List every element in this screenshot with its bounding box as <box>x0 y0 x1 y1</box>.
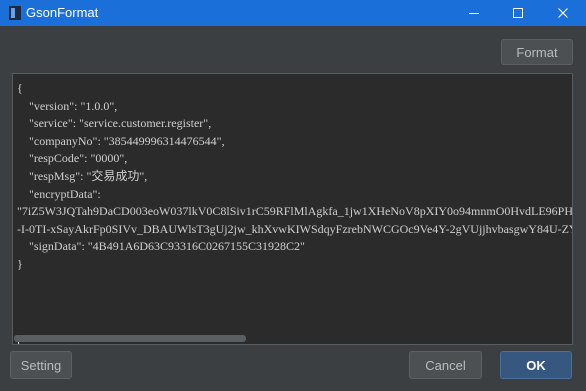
json-editor[interactable]: { "version": "1.0.0", "service": "servic… <box>12 73 573 345</box>
code-line: "respCode": "0000", <box>17 151 128 166</box>
json-text: { "version": "1.0.0", "service": "servic… <box>17 80 573 274</box>
code-line: "respMsg": "交易成功", <box>17 168 148 183</box>
horizontal-scrollbar-thumb[interactable] <box>14 335 246 342</box>
minimize-icon <box>469 13 479 14</box>
ok-button[interactable]: OK <box>500 351 572 379</box>
close-icon <box>558 8 568 18</box>
code-line: "version": "1.0.0", <box>17 98 118 113</box>
code-line: -I-0TI-xSayAkrFp0SIVv_DBAUWlsT3gUj2jw_kh… <box>17 221 573 236</box>
code-line: "companyNo": "385449996314476544", <box>17 133 225 148</box>
code-line: { <box>17 81 23 95</box>
code-line: } <box>17 256 23 271</box>
maximize-icon <box>513 8 523 18</box>
code-line: "signData": "4B491A6D63C93316C0267155C31… <box>17 239 305 254</box>
minimize-button[interactable] <box>452 0 496 26</box>
code-line: "encryptData": <box>17 186 101 201</box>
window-title: GsonFormat <box>26 5 99 20</box>
code-line: "7iZ5W3JQTah9DaCD003eoW037lkV0C8lSiv1rC5… <box>17 204 573 219</box>
app-icon <box>9 6 21 20</box>
close-button[interactable] <box>540 0 586 26</box>
cancel-button[interactable]: Cancel <box>409 351 482 379</box>
maximize-button[interactable] <box>496 0 540 26</box>
format-button[interactable]: Format <box>501 39 573 65</box>
setting-button[interactable]: Setting <box>10 351 72 379</box>
title-bar[interactable]: GsonFormat <box>0 0 586 26</box>
code-line: "service": "service.customer.register", <box>17 116 212 131</box>
